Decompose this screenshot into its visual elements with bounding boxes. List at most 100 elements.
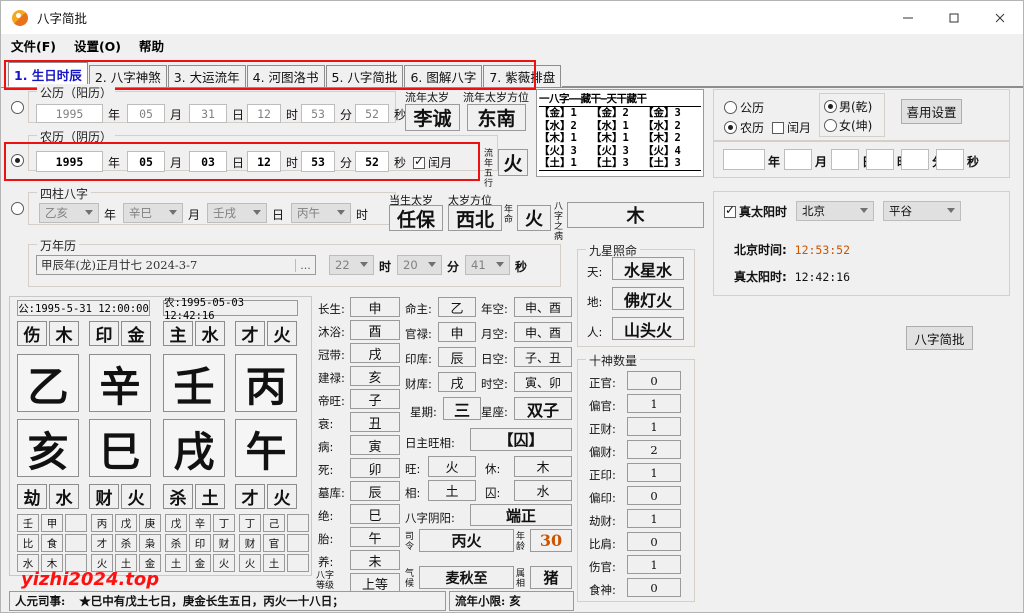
stage-label-jue: 绝: xyxy=(318,509,334,523)
hidden-god: 杀 xyxy=(115,534,137,552)
lunar-radio[interactable] xyxy=(11,154,24,170)
lunar-day-input[interactable]: 03 xyxy=(189,151,227,172)
tab-strip: 1. 生日时辰 2. 八字神煞 3. 大运流年 4. 河图洛书 5. 八字简批 … xyxy=(1,62,1023,88)
right-leap-checkbox-box xyxy=(772,121,784,134)
tab-tujie-bazi[interactable]: 6. 图解八字 xyxy=(404,65,483,87)
tab-bazi-jianpi[interactable]: 5. 八字简批 xyxy=(325,65,404,87)
pillar-hour-unit: 时 xyxy=(356,208,369,222)
city-select[interactable]: 平谷 xyxy=(883,201,961,221)
stage-value-muku: 辰 xyxy=(350,481,400,501)
favorable-settings-button[interactable]: 喜用设置 xyxy=(901,99,962,124)
info-value-caiku: 戌 xyxy=(438,372,476,392)
info-label-nianKong: 年空: xyxy=(481,302,508,316)
perpetual-calendar-input[interactable]: 甲辰年(龙)正月廿七 2024-3-7 ... xyxy=(36,255,316,275)
menu-item-file[interactable]: 文件(F) xyxy=(11,36,56,55)
manual-hour-input[interactable] xyxy=(866,149,894,170)
gender-male-radio[interactable]: 男(乾) xyxy=(824,98,872,115)
ten-gods-value-pianyin: 0 xyxy=(627,486,681,505)
solar-day-unit: 日 xyxy=(232,108,245,122)
gender-female-radio[interactable]: 女(坤) xyxy=(824,117,872,134)
pillar-day-select[interactable]: 壬戌 xyxy=(207,203,267,223)
true-solar-time-value: 12:42:16 xyxy=(794,270,851,284)
true-solar-checkbox[interactable]: 真太阳时 xyxy=(724,203,787,220)
hidden-stem: 戊 xyxy=(165,514,187,532)
close-button[interactable] xyxy=(977,1,1023,34)
qihou-value: 麦秋至 xyxy=(419,566,514,589)
lunar-hour-input[interactable]: 12 xyxy=(247,151,281,172)
province-select[interactable]: 北京 xyxy=(796,201,874,221)
lunar-second-unit: 秒 xyxy=(394,156,407,170)
right-solar-radio[interactable]: 公历 xyxy=(724,99,764,116)
pillar-hour-select[interactable]: 丙午 xyxy=(291,203,351,223)
tab-hetu-luoshu[interactable]: 4. 河图洛书 xyxy=(246,65,325,87)
five-elements-row: 【水】2 【水】1 【水】2 xyxy=(539,120,701,133)
pillar-month-select[interactable]: 辛巳 xyxy=(123,203,183,223)
tab-dayun-liunian[interactable]: 3. 大运流年 xyxy=(167,65,246,87)
solar-month-input[interactable]: 05 xyxy=(127,104,165,123)
lunar-year-input[interactable]: 1995 xyxy=(36,151,103,172)
hidden-stem: 戊 xyxy=(115,514,137,532)
element-earth-tiangan: 【土】3 xyxy=(643,157,681,169)
five-elements-table: 一八字——藏干—天干藏干 【金】1 【金】2 【金】3 【水】2 【水】1 【水… xyxy=(536,89,704,177)
maximize-button[interactable] xyxy=(931,1,977,34)
leap-checkbox-label: 闰月 xyxy=(428,156,453,170)
chevron-down-icon xyxy=(496,262,504,267)
menu-item-settings[interactable]: 设置(O) xyxy=(74,36,121,55)
bottom-elem-hour: 火 xyxy=(267,484,297,509)
top-god-month: 印 xyxy=(89,321,119,346)
info-label-riKong: 日空: xyxy=(481,352,508,366)
hidden-stem: 辛 xyxy=(189,514,211,532)
lunar-minute-input[interactable]: 53 xyxy=(301,151,335,172)
lunar-month-input[interactable]: 05 xyxy=(127,151,165,172)
lunar-second-input[interactable]: 52 xyxy=(355,151,389,172)
solar-second-input[interactable]: 52 xyxy=(355,104,389,123)
manual-day-input[interactable] xyxy=(831,149,859,170)
menu-item-help[interactable]: 帮助 xyxy=(139,36,164,55)
pillars-radio[interactable] xyxy=(11,202,24,218)
hidden-stem: 丁 xyxy=(213,514,235,532)
calendar-hour-unit: 时 xyxy=(379,260,392,274)
solar-year-input[interactable]: 1995 xyxy=(36,104,103,123)
manual-minute-input[interactable] xyxy=(901,149,929,170)
application-window: 八字简批 文件(F) 设置(O) 帮助 1. 生日时辰 2. 八字神煞 3. 大… xyxy=(0,0,1024,613)
tab-ziwei-paipan[interactable]: 7. 紫薇排盘 xyxy=(483,65,562,87)
lunar-month-unit: 月 xyxy=(170,156,183,170)
solar-day-input[interactable]: 31 xyxy=(189,104,227,123)
top-elem-year: 木 xyxy=(49,321,79,346)
stage-label-jianlu: 建禄: xyxy=(318,371,345,385)
bottom-god-day: 杀 xyxy=(163,484,193,509)
chart-lunar-date-header: 农:1995-05-03 12:42:16 xyxy=(163,297,298,322)
window-title: 八字简批 xyxy=(37,11,88,26)
manual-second-input[interactable] xyxy=(936,149,964,170)
stage-label-muku: 墓库: xyxy=(318,486,345,500)
right-lunar-radio[interactable]: 农历 xyxy=(724,119,764,136)
beijing-time-label: 北京时间: xyxy=(734,243,787,257)
nianming-value: 火 xyxy=(517,205,551,231)
liunian-status-bar: 流年小限: 亥 xyxy=(449,591,574,611)
lunar-leap-checkbox[interactable]: 闰月 xyxy=(413,154,452,171)
calendar-hour-select[interactable]: 22 xyxy=(329,255,374,275)
hidden-elem: 金 xyxy=(189,554,211,572)
element-wood-canggan: 【木】1 xyxy=(591,132,629,144)
hidden-god: 食 xyxy=(41,534,63,552)
lunar-radio-dot xyxy=(11,154,24,167)
qihou-label: 气候 xyxy=(405,569,415,589)
browse-button[interactable]: ... xyxy=(295,258,315,272)
manual-year-input[interactable] xyxy=(723,149,765,170)
chevron-down-icon xyxy=(428,262,436,267)
calendar-minute-select[interactable]: 20 xyxy=(397,255,442,275)
solar-hour-input[interactable]: 12 xyxy=(247,104,281,123)
title-bar: 八字简批 xyxy=(1,1,1023,34)
calendar-second-select[interactable]: 41 xyxy=(465,255,510,275)
solar-radio-dot xyxy=(11,101,24,114)
pillar-year-select[interactable]: 乙亥 xyxy=(39,203,99,223)
right-leap-checkbox[interactable]: 闰月 xyxy=(772,119,811,136)
solar-radio[interactable] xyxy=(11,101,24,117)
true-solar-label: 真太阳时 xyxy=(739,205,788,219)
minimize-button[interactable] xyxy=(885,1,931,34)
manual-month-input[interactable] xyxy=(784,149,812,170)
solar-minute-input[interactable]: 53 xyxy=(301,104,335,123)
analyze-bazi-button[interactable]: 八字简批 xyxy=(906,326,973,350)
right-lunar-label: 农历 xyxy=(740,121,765,135)
liunian-taisui-value: 李诚 xyxy=(405,104,460,131)
